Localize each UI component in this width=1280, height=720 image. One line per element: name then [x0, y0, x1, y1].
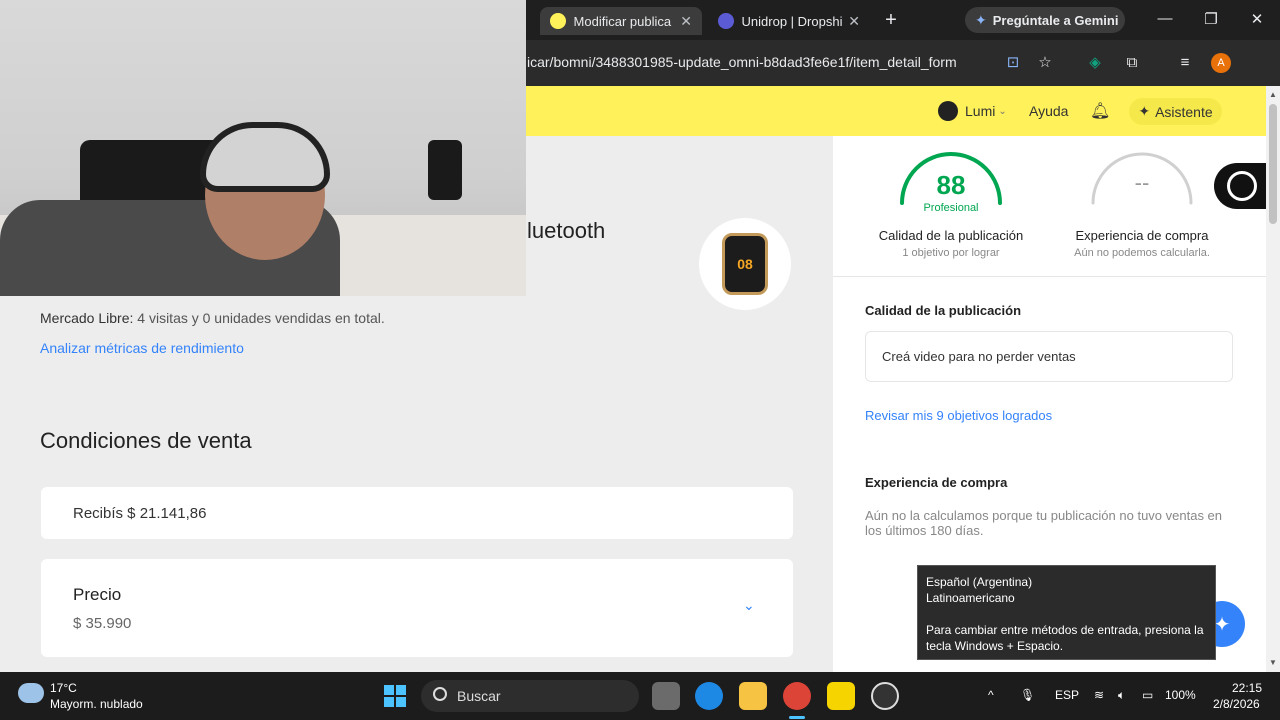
help-link[interactable]: Ayuda — [1029, 86, 1068, 136]
scrollbar-thumb[interactable] — [1269, 104, 1277, 224]
search-icon — [433, 687, 447, 701]
objective-text: Creá video para no perder ventas — [882, 349, 1076, 364]
price-label: Precio — [73, 585, 122, 604]
wifi-icon[interactable]: ≋ — [1094, 688, 1104, 702]
chatgpt-extension-icon[interactable]: ◈ — [1086, 54, 1104, 72]
tooltip-layout: Latinoamericano — [926, 591, 1015, 605]
tray-overflow-icon[interactable]: ^ — [988, 688, 994, 702]
gemini-sparkle-icon: ✦ — [975, 11, 987, 28]
notifications-bell-icon[interactable]: 🔔︎ — [1090, 86, 1110, 136]
battery-icon[interactable]: ▭ — [1142, 688, 1153, 702]
webcam-cap — [200, 122, 330, 192]
webcam-overlay — [0, 0, 526, 296]
quality-subtitle: 1 objetivo por lograr — [902, 247, 1000, 259]
stats-prefix: Mercado Libre: — [40, 310, 134, 326]
weather-temperature[interactable]: 17°C — [50, 681, 77, 695]
page-scrollbar[interactable]: ▲ ▼ — [1266, 86, 1280, 672]
taskbar: 17°C Mayorm. nublado Buscar ^ 🎙︎ ESP ≋ 🔈… — [0, 672, 1280, 720]
media-control-icon[interactable]: ≡ — [1176, 54, 1194, 72]
edge-icon[interactable] — [695, 682, 723, 710]
gemini-label: Pregúntale a Gemini — [992, 12, 1119, 28]
tab-title: Modificar publica — [573, 13, 672, 29]
experience-subtitle: Aún no podemos calcularla. — [1074, 247, 1210, 259]
scroll-down-icon[interactable]: ▼ — [1269, 658, 1277, 667]
chevron-down-icon[interactable]: ⌄ — [743, 597, 755, 614]
battery-percent[interactable]: 100% — [1165, 688, 1196, 702]
chatgpt-app-icon[interactable] — [871, 682, 899, 710]
achieved-objectives-link[interactable]: Revisar mis 9 objetivos logrados — [865, 408, 1052, 423]
price-value: $ 35.990 — [73, 615, 132, 632]
scroll-up-icon[interactable]: ▲ — [1269, 90, 1277, 99]
url-field[interactable]: icar/bomni/3488301985-update_omni-b8dad3… — [527, 54, 957, 70]
clock-date[interactable]: 2/8/2026 — [1213, 697, 1260, 711]
visit-stats: Mercado Libre: 4 visitas y 0 unidades ve… — [40, 310, 385, 326]
user-name: Lumi — [965, 103, 996, 119]
unidrop-favicon-icon — [718, 13, 734, 29]
weather-condition[interactable]: Mayorm. nublado — [50, 697, 143, 711]
restore-icon[interactable]: ❐ — [1201, 10, 1221, 28]
assistant-label: Asistente — [1155, 103, 1213, 120]
close-tab-icon[interactable]: ✕ — [848, 13, 860, 30]
quality-score: 88 — [936, 170, 966, 200]
taskbar-search[interactable]: Buscar — [421, 680, 639, 712]
input-method-tooltip: Español (Argentina) Latinoamericano Para… — [917, 565, 1216, 660]
chatgpt-logo-icon — [1227, 171, 1257, 201]
weather-cloud-icon[interactable] — [18, 683, 44, 703]
quality-title: Calidad de la publicación — [878, 228, 1024, 243]
active-app-indicator — [789, 716, 805, 719]
net-amount: Recibís $ 21.141,86 — [73, 504, 207, 522]
windows-start-icon[interactable] — [384, 685, 406, 707]
lens-icon[interactable]: ⊡ — [1004, 54, 1022, 72]
search-placeholder: Buscar — [457, 688, 501, 704]
chevron-down-icon: ⌄ — [998, 105, 1007, 117]
user-menu[interactable]: Lumi ⌄ — [938, 86, 1007, 136]
price-card[interactable]: Precio $ 35.990 ⌄ — [41, 559, 793, 657]
microphone-icon[interactable]: 🎙︎ — [1020, 688, 1035, 702]
quality-heading: Calidad de la publicación — [865, 303, 1022, 318]
product-image[interactable]: 08 — [699, 218, 791, 310]
close-tab-icon[interactable]: ✕ — [680, 13, 692, 30]
minimize-icon[interactable]: — — [1155, 10, 1175, 27]
avatar — [938, 101, 958, 121]
clock-time[interactable]: 22:15 — [1232, 681, 1262, 695]
tooltip-hint: Para cambiar entre métodos de entrada, p… — [926, 623, 1204, 653]
tab-title: Unidrop | Dropshi — [741, 13, 843, 29]
experience-score: -- — [1134, 170, 1150, 195]
smartwatch-image: 08 — [722, 233, 768, 295]
section-title-sale-conditions: Condiciones de venta — [40, 428, 252, 453]
bookmark-star-icon[interactable]: ☆ — [1036, 54, 1054, 72]
task-view-icon[interactable] — [652, 682, 680, 710]
objective-item[interactable]: Creá video para no perder ventas — [865, 331, 1233, 382]
exness-icon[interactable] — [827, 682, 855, 710]
analyze-metrics-link[interactable]: Analizar métricas de rendimiento — [40, 340, 244, 356]
close-window-icon[interactable]: ✕ — [1247, 10, 1267, 28]
quality-level: Profesional — [923, 202, 979, 214]
new-tab-icon[interactable]: + — [880, 9, 902, 32]
profile-avatar[interactable]: A — [1211, 53, 1231, 73]
net-amount-card: Recibís $ 21.141,86 — [41, 487, 793, 539]
chrome-icon[interactable] — [783, 682, 811, 710]
experience-title: Experiencia de compra — [1075, 228, 1209, 243]
mercadolibre-favicon-icon — [550, 13, 566, 29]
chatgpt-sidebar-button[interactable] — [1214, 163, 1270, 209]
extensions-icon[interactable]: ⧉ — [1123, 54, 1141, 72]
tooltip-language: Español (Argentina) — [926, 575, 1033, 589]
watch-display-value: 08 — [737, 256, 753, 272]
sparkle-icon: ✦ — [1138, 103, 1151, 119]
file-explorer-icon[interactable] — [739, 682, 767, 710]
experience-heading: Experiencia de compra — [865, 475, 1008, 490]
webcam-jacket — [428, 140, 462, 200]
stats-text: 4 visitas y 0 unidades vendidas en total… — [137, 310, 385, 326]
experience-text: Aún no la calculamos porque tu publicaci… — [865, 508, 1223, 538]
volume-icon[interactable]: 🔈︎ — [1118, 688, 1125, 703]
input-language[interactable]: ESP — [1055, 688, 1079, 702]
tab-modificar-publicacion[interactable]: Modificar publica ✕ — [540, 7, 702, 35]
assistant-button[interactable]: ✦ Asistente — [1129, 98, 1222, 125]
gemini-button[interactable]: ✦ Pregúntale a Gemini — [965, 7, 1125, 33]
product-title: luetooth — [527, 218, 606, 243]
divider — [833, 276, 1266, 277]
tab-unidrop[interactable]: Unidrop | Dropshi ✕ — [708, 7, 870, 35]
